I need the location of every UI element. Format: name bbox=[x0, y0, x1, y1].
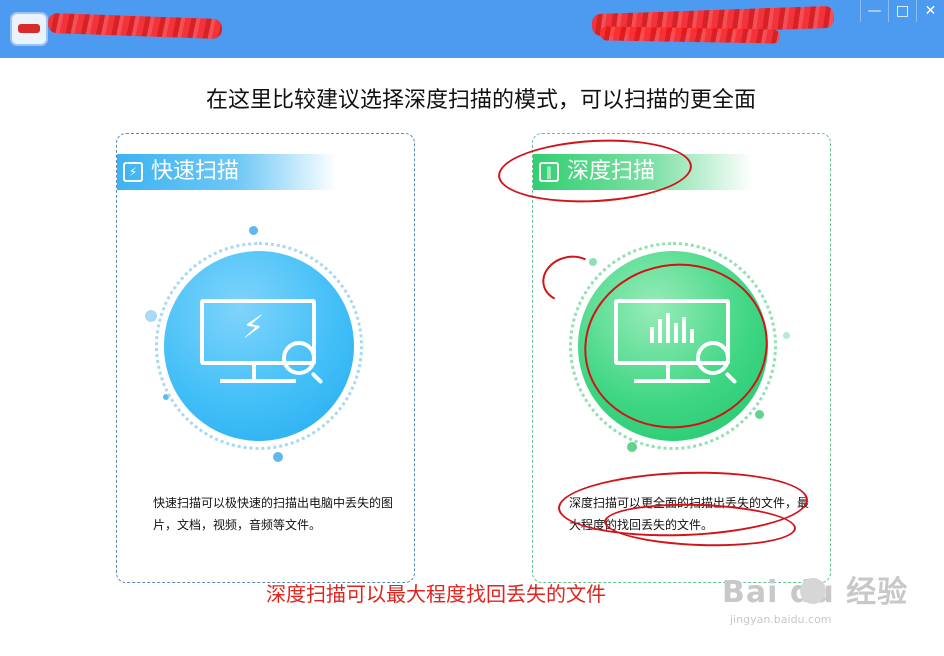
redaction-scribble bbox=[47, 12, 223, 40]
title-bar: — □ ✕ bbox=[0, 0, 944, 58]
footer-note: 深度扫描可以最大程度找回丢失的文件 bbox=[266, 582, 606, 606]
deep-scan-orb[interactable] bbox=[578, 251, 768, 441]
decor-dot bbox=[589, 258, 597, 266]
decor-dot bbox=[249, 226, 258, 235]
magnifier-icon bbox=[696, 341, 730, 375]
redaction-scribble bbox=[599, 26, 781, 44]
deep-scan-description: 深度扫描可以更全面的扫描出丢失的文件，最大程度的找回丢失的文件。 bbox=[569, 496, 810, 532]
decor-dot bbox=[755, 410, 764, 419]
monitor-icon: ⚡ bbox=[200, 299, 316, 383]
quick-scan-tab[interactable]: 快速扫描 bbox=[117, 154, 337, 190]
decor-dot bbox=[627, 442, 637, 452]
baidu-jingyan-watermark: Bai du 经验 jingyan.baidu.com bbox=[722, 576, 922, 646]
paw-icon bbox=[800, 578, 826, 604]
close-button[interactable]: ✕ bbox=[916, 0, 944, 22]
quick-scan-title: 快速扫描 bbox=[151, 159, 240, 184]
decor-dot bbox=[783, 332, 790, 339]
quick-scan-card[interactable]: 快速扫描 ⚡ 快速扫描可以极快速的扫描出电脑中丢失的图片，文档，视频，音频等文件… bbox=[116, 133, 415, 583]
decor-dot bbox=[273, 452, 283, 462]
quick-scan-tag-icon bbox=[123, 162, 143, 182]
decor-dot bbox=[145, 310, 157, 322]
bar-chart-icon bbox=[650, 313, 696, 343]
deep-scan-tag-icon bbox=[539, 162, 559, 182]
watermark-url: jingyan.baidu.com bbox=[730, 613, 832, 626]
deep-scan-tab[interactable]: 深度扫描 bbox=[533, 154, 753, 190]
app-logo-icon bbox=[10, 12, 48, 46]
deep-scan-title: 深度扫描 bbox=[567, 159, 656, 184]
minimize-button[interactable]: — bbox=[860, 0, 888, 22]
monitor-icon bbox=[614, 299, 730, 383]
magnifier-icon bbox=[282, 341, 316, 375]
maximize-button[interactable]: □ bbox=[888, 0, 916, 22]
quick-scan-ring: ⚡ bbox=[155, 242, 363, 450]
quick-scan-description: 快速扫描可以极快速的扫描出电脑中丢失的图片，文档，视频，音频等文件。 bbox=[153, 496, 394, 532]
instruction-headline: 在这里比较建议选择深度扫描的模式，可以扫描的更全面 bbox=[206, 88, 757, 113]
deep-scan-ring bbox=[569, 242, 777, 450]
deep-scan-card[interactable]: 深度扫描 深度扫 bbox=[532, 133, 831, 583]
quick-scan-orb[interactable]: ⚡ bbox=[164, 251, 354, 441]
lightning-bolt-icon: ⚡ bbox=[242, 308, 265, 346]
